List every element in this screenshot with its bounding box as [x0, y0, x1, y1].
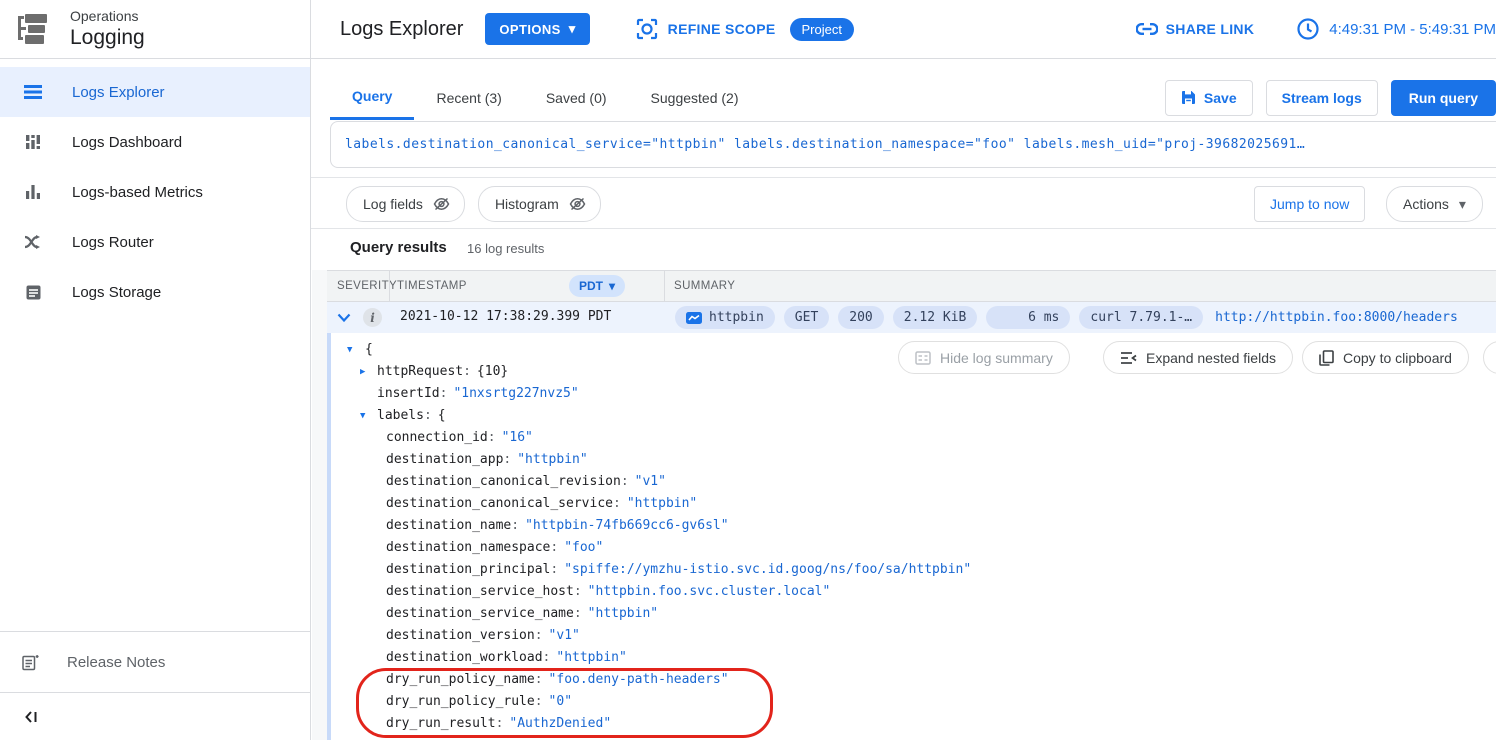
tab-query[interactable]: Query: [330, 75, 414, 120]
expand-node-icon[interactable]: ▶: [360, 361, 365, 383]
eye-off-icon: [433, 197, 450, 211]
logs-metrics-icon: [22, 181, 44, 203]
dropdown-arrow-icon: ▾: [569, 21, 576, 37]
refine-scope-icon: [636, 18, 658, 40]
histogram-toggle-chip[interactable]: Histogram: [478, 186, 601, 222]
save-button[interactable]: Save: [1165, 80, 1253, 116]
refine-scope-label: REFINE SCOPE: [668, 21, 776, 37]
product-name: Logging: [70, 25, 145, 50]
options-button[interactable]: OPTIONS ▾: [485, 13, 589, 45]
sidebar-item-label: Logs Storage: [72, 284, 161, 301]
summary-panel-icon: [915, 351, 931, 365]
eye-off-icon: [569, 197, 586, 211]
logs-router-icon: [22, 231, 44, 253]
product-eyebrow: Operations: [70, 8, 145, 25]
workload-monitor-icon: [686, 312, 702, 324]
expand-nested-fields-button[interactable]: Expand nested fields: [1103, 341, 1293, 374]
tab-recent[interactable]: Recent (3): [414, 75, 523, 120]
sidebar-item-label: Release Notes: [67, 654, 165, 671]
sidebar-item-logs-based-metrics[interactable]: Logs-based Metrics: [0, 167, 310, 217]
sidebar-item-label: Logs-based Metrics: [72, 184, 203, 201]
column-header-summary: SUMMARY: [674, 271, 735, 301]
summary-chip-service[interactable]: httpbin: [675, 306, 775, 329]
hide-log-summary-button[interactable]: Hide log summary: [898, 341, 1070, 374]
results-gutter: [312, 270, 327, 740]
copy-to-clipboard-button[interactable]: Copy to clipboard: [1302, 341, 1469, 374]
sidebar-item-logs-router[interactable]: Logs Router: [0, 217, 310, 267]
app-header: Logs Explorer OPTIONS ▾ REFINE SCOPE Pro…: [311, 0, 1496, 59]
sidebar-item-release-notes[interactable]: Release Notes: [0, 631, 310, 692]
actions-menu-button[interactable]: Actions ▾: [1386, 186, 1483, 222]
log-results-count: 16 log results: [467, 241, 544, 256]
query-editor[interactable]: labels.destination_canonical_service="ht…: [330, 121, 1496, 168]
sidebar: Operations Logging Logs Explorer Logs Da…: [0, 0, 311, 740]
logs-dashboard-icon: [22, 131, 44, 153]
sidebar-item-label: Logs Router: [72, 234, 154, 251]
timezone-selector[interactable]: PDT ▾: [569, 275, 625, 297]
log-entry-json: ▼{ ▶httpRequest:{10} insertId:"1nxsrtg22…: [340, 339, 971, 735]
query-text: labels.destination_canonical_service="ht…: [331, 137, 1305, 152]
log-entry-row[interactable]: i 2021-10-12 17:38:29.399 PDT httpbin GE…: [327, 302, 1496, 333]
sidebar-nav: Logs Explorer Logs Dashboard Logs-based …: [0, 67, 310, 317]
summary-chip-size[interactable]: 2.12 KiB: [893, 306, 978, 329]
time-range-label: 4:49:31 PM - 5:49:31 PM: [1329, 21, 1496, 38]
share-link-button[interactable]: SHARE LINK: [1136, 21, 1255, 37]
clock-icon: [1296, 17, 1320, 41]
sidebar-item-label: Logs Explorer: [72, 84, 165, 101]
logs-explorer-icon: [22, 81, 44, 103]
operations-logo-icon: [16, 10, 50, 48]
expanded-entry-rail: [327, 333, 331, 740]
more-detail-actions-button[interactable]: [1483, 341, 1496, 374]
jump-to-now-button[interactable]: Jump to now: [1254, 186, 1365, 222]
link-icon: [1136, 23, 1158, 35]
run-query-button[interactable]: Run query: [1391, 80, 1496, 116]
sidebar-item-label: Logs Dashboard: [72, 134, 182, 151]
tab-saved[interactable]: Saved (0): [524, 75, 629, 120]
query-results-title: Query results: [350, 239, 447, 256]
summary-chip-user-agent[interactable]: curl 7.79.1-…: [1079, 306, 1203, 329]
share-link-label: SHARE LINK: [1166, 21, 1255, 37]
sidebar-item-logs-dashboard[interactable]: Logs Dashboard: [0, 117, 310, 167]
log-fields-toggle-chip[interactable]: Log fields: [346, 186, 465, 222]
stream-logs-button[interactable]: Stream logs: [1266, 80, 1378, 116]
divider: [311, 177, 1496, 178]
collapse-entry-chevron-icon[interactable]: [336, 310, 352, 326]
refine-scope-button[interactable]: REFINE SCOPE: [636, 18, 776, 40]
request-url-link[interactable]: http://httpbin.foo:8000/headers: [1215, 310, 1458, 325]
release-notes-icon: [22, 654, 39, 671]
summary-chip-status[interactable]: 200: [838, 306, 883, 329]
scope-badge[interactable]: Project: [790, 18, 854, 41]
collapse-panel-icon: [24, 709, 40, 725]
collapse-node-icon[interactable]: ▼: [360, 405, 365, 427]
summary-chip-latency[interactable]: 6 ms: [986, 306, 1070, 329]
results-table-header: SEVERITY TIMESTAMP PDT ▾ SUMMARY: [327, 270, 1496, 302]
collapse-sidebar-button[interactable]: [0, 692, 310, 740]
tab-suggested[interactable]: Suggested (2): [629, 75, 761, 120]
sidebar-item-logs-storage[interactable]: Logs Storage: [0, 267, 310, 317]
log-timestamp: 2021-10-12 17:38:29.399 PDT: [400, 309, 611, 324]
time-range-picker[interactable]: 4:49:31 PM - 5:49:31 PM: [1296, 17, 1496, 41]
save-icon: [1181, 90, 1196, 105]
divider: [311, 228, 1496, 229]
expand-nested-icon: [1120, 351, 1137, 365]
dropdown-arrow-icon: ▾: [1459, 196, 1466, 213]
copy-icon: [1319, 350, 1334, 366]
query-tabs: Query Recent (3) Saved (0) Suggested (2)…: [330, 75, 1496, 120]
json-open-brace: {: [365, 342, 373, 357]
page-title: Logs Explorer: [340, 18, 463, 41]
severity-info-icon[interactable]: i: [363, 308, 382, 327]
dropdown-arrow-icon: ▾: [609, 279, 615, 293]
product-header: Operations Logging: [0, 0, 310, 59]
sidebar-item-logs-explorer[interactable]: Logs Explorer: [0, 67, 310, 117]
column-header-timestamp: TIMESTAMP: [397, 271, 467, 301]
collapse-node-icon[interactable]: ▼: [347, 339, 352, 361]
logs-storage-icon: [22, 281, 44, 303]
summary-chip-method[interactable]: GET: [784, 306, 829, 329]
